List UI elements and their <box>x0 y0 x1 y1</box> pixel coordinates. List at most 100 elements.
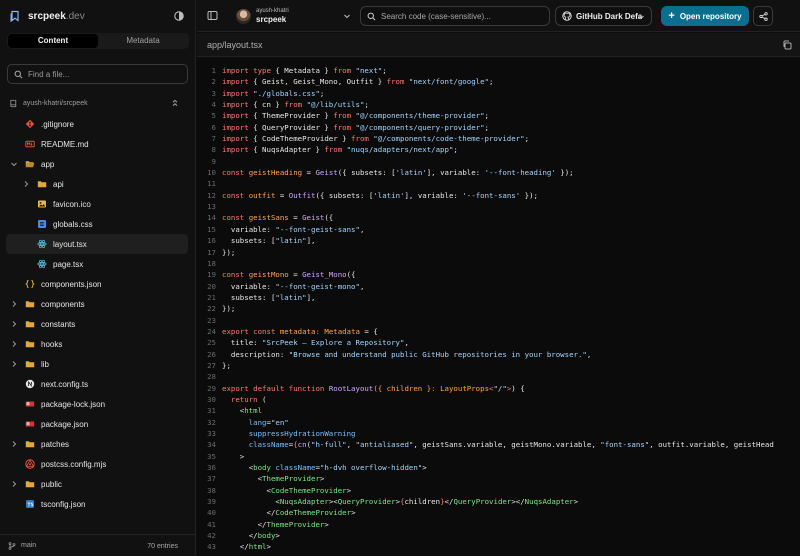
tree-folder[interactable]: lib <box>0 354 196 374</box>
code-text: subsets: ["latin"], <box>222 292 316 303</box>
chevron-right-icon <box>12 361 17 367</box>
folder-icon <box>25 359 35 369</box>
line-number: 22 <box>207 304 216 314</box>
tree-folder[interactable]: components <box>0 294 196 314</box>
tree-folder[interactable]: constants <box>0 314 196 334</box>
share-button[interactable] <box>753 6 773 26</box>
tree-item-label: components <box>41 299 85 309</box>
tree-folder[interactable]: patches <box>0 434 196 454</box>
code-token: const <box>222 190 249 200</box>
code-text: className={cn("h-full", "antialiased", g… <box>222 439 774 450</box>
code-token: const <box>222 213 249 223</box>
repo-switcher[interactable]: ayush-khatri srcpeek <box>236 6 289 26</box>
line-number: 14 <box>207 213 216 223</box>
code-token: "@/components/query-provider" <box>355 122 485 132</box>
open-repository-button[interactable]: + Open repository <box>661 6 749 26</box>
code-text: }); <box>222 247 235 258</box>
code-token: '--font-heading' <box>484 168 556 178</box>
sidebar-toggle-icon[interactable] <box>207 10 218 21</box>
line-number: 10 <box>207 168 216 178</box>
status-bar: main 70 entries <box>0 534 196 556</box>
code-text: </CodeThemeProvider> <box>222 507 355 518</box>
code-token: CodeThemeProvider <box>270 485 347 495</box>
code-token: > <box>346 485 352 495</box>
code-token: outfit <box>248 190 276 200</box>
code-search-field[interactable] <box>360 6 550 26</box>
code-token: >< <box>328 497 338 507</box>
code-token: "SrcPeek — Explore a Repository" <box>262 338 405 348</box>
code-line: 25 title: "SrcPeek — Explore a Repositor… <box>197 337 800 348</box>
code-token: }); <box>222 304 236 314</box>
code-token: < <box>222 497 280 507</box>
tree-file[interactable]: package-lock.json <box>0 394 196 414</box>
code-line: 36 <body className="h-dvh overflow-hidde… <box>197 462 800 473</box>
code-text: </ThemeProvider> <box>222 519 329 530</box>
code-token: import <box>222 145 254 155</box>
tree-file[interactable]: favicon.ico <box>0 194 196 214</box>
copy-icon[interactable] <box>782 40 792 50</box>
code-line: 40 </CodeThemeProvider> <box>197 507 800 518</box>
collapse-all-icon[interactable] <box>171 99 179 107</box>
tree-item-label: components.json <box>41 279 102 289</box>
tree-folder[interactable]: hooks <box>0 334 196 354</box>
code-token: = <box>288 270 303 280</box>
tree-file[interactable]: package.json <box>0 414 196 434</box>
tree-folder[interactable]: app <box>0 154 196 174</box>
code-search-input[interactable] <box>381 11 541 21</box>
code-line: 13 <box>197 201 800 212</box>
tree-file[interactable]: README.md <box>0 134 196 154</box>
theme-toggle-icon[interactable] <box>173 10 185 22</box>
code-token: default <box>253 383 289 393</box>
code-token: from <box>333 122 356 132</box>
code-token: import <box>222 111 254 121</box>
code-line: 5 import { ThemeProvider } from "@/compon… <box>197 110 800 121</box>
tab-content[interactable]: Content <box>8 34 98 48</box>
tree-file[interactable]: layout.tsx <box>6 234 188 254</box>
tree-item-label: api <box>53 179 64 189</box>
chevron-down-icon[interactable] <box>343 12 351 20</box>
code-token: }; <box>222 360 231 370</box>
code-token: suppressHydrationWarning <box>222 429 356 438</box>
tree-file[interactable]: page.tsx <box>0 254 196 274</box>
tree-folder[interactable]: public <box>0 474 196 494</box>
code-line: 30 return ( <box>197 394 800 405</box>
tree-file[interactable]: globals.css <box>0 214 196 234</box>
code-token: "latin" <box>275 292 307 302</box>
tree-folder[interactable]: api <box>0 174 196 194</box>
code-token: import <box>222 122 254 132</box>
folder-icon <box>37 179 47 189</box>
repo-root[interactable]: ayush-khatri/srcpeek <box>0 95 196 111</box>
code-text: import "./globals.css"; <box>222 88 324 99</box>
code-token: from <box>284 100 307 110</box>
tree-file[interactable]: tsconfig.json <box>0 494 196 514</box>
code-line: 28 <box>197 371 800 382</box>
code-text: </body> <box>222 530 280 541</box>
code-token: NuqsAdapter <box>524 497 574 507</box>
code-line: 11 <box>197 178 800 189</box>
tree-file[interactable]: next.config.ts <box>0 374 196 394</box>
top-bar: ayush-khatri srcpeek GitHub Dark Default… <box>197 0 800 32</box>
brand[interactable]: srcpeek .dev <box>0 0 196 32</box>
code-token: "/" <box>493 383 507 393</box>
code-token: > <box>266 542 271 552</box>
find-file-input[interactable] <box>28 69 178 79</box>
code-token: < <box>222 474 263 484</box>
find-file-field[interactable] <box>7 64 188 84</box>
code-text: variable: "--font-geist-mono", <box>222 281 365 292</box>
folder-icon <box>25 299 35 309</box>
code-token: > <box>275 531 280 541</box>
code-token: cn <box>297 440 307 450</box>
tree-item-label: hooks <box>41 339 63 349</box>
code-token: from <box>386 77 409 87</box>
code-token: ( <box>262 394 267 404</box>
code-viewer[interactable]: 1 import type { Metadata } from "next"; 2 i… <box>197 58 800 556</box>
tab-metadata[interactable]: Metadata <box>98 34 188 48</box>
code-token: from <box>351 134 374 144</box>
code-theme-select[interactable]: GitHub Dark Default <box>555 6 652 26</box>
tree-file[interactable]: .gitignore <box>0 114 196 134</box>
tree-file[interactable]: components.json <box>0 274 196 294</box>
repo-book-icon <box>10 99 17 107</box>
line-number: 1 <box>211 66 216 75</box>
avatar <box>236 8 251 24</box>
tree-file[interactable]: postcss.config.mjs <box>0 454 196 474</box>
